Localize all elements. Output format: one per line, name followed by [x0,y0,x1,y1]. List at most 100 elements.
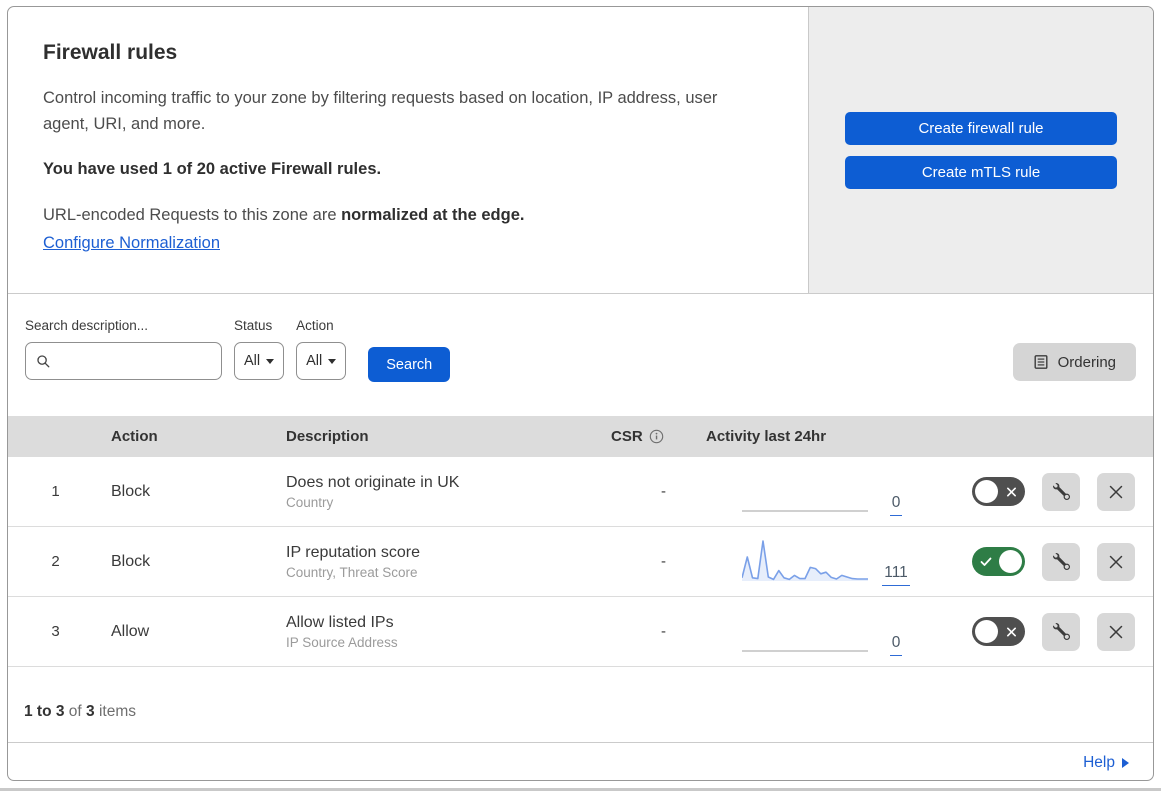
normalization-text: URL-encoded Requests to this zone are [43,206,342,224]
rule-csr-value: - [661,553,666,570]
close-icon [1109,485,1123,498]
normalization-note: URL-encoded Requests to this zone are no… [43,206,768,225]
search-icon [37,354,50,367]
items-range: 1 to 3 [24,702,65,720]
normalization-bold: normalized at the edge. [341,206,525,224]
rule-priority: 2 [51,553,60,570]
activity-sparkline [742,510,868,512]
activity-sparkline [742,650,868,652]
create-mtls-rule-button[interactable]: Create mTLS rule [845,155,1117,189]
csr-label: CSR [611,428,643,445]
rule-criteria: IP Source Address [286,634,398,650]
help-bar: Help [8,742,1153,780]
rule-activity-cell: 0 [706,457,928,526]
rule-description-cell: IP reputation score Country, Threat Scor… [286,544,601,580]
table-body: 1 Block Does not originate in UK Country… [8,457,1153,667]
activity-count-link[interactable]: 0 [889,494,903,516]
help-arrow-icon [1122,757,1129,768]
status-label: Status [234,318,273,333]
create-firewall-rule-button[interactable]: Create firewall rule [845,111,1117,145]
edit-rule-button[interactable] [1042,612,1080,651]
page-title: Firewall rules [43,41,178,64]
pagination-footer: 1 to 3 of 3 items [8,667,1153,742]
delete-rule-button[interactable] [1097,472,1135,511]
rule-enabled-toggle[interactable] [972,477,1025,506]
toggle-knob [999,550,1022,573]
toggle-off-x-icon [1006,626,1017,637]
toggle-knob [975,480,998,503]
rule-controls [928,472,1153,511]
rule-csr-value: - [661,623,666,640]
filter-bar: Search description... Status All Action … [8,294,1153,416]
status-dropdown[interactable]: All [234,342,285,380]
rule-description: Does not originate in UK [286,473,460,491]
status-group: Status All [234,318,285,380]
edit-rule-button[interactable] [1042,542,1080,581]
close-icon [1109,625,1123,638]
rule-description: IP reputation score [286,543,421,561]
description-column-header: Description [286,428,369,445]
action-group: Action All [296,318,347,380]
wrench-icon [1052,623,1070,640]
rule-criteria: Country [286,494,334,510]
wrench-icon [1052,553,1070,570]
search-button[interactable]: Search [368,347,451,382]
activity-sparkline [742,540,868,581]
rule-action: Block [111,482,151,500]
ordering-icon [1034,355,1048,369]
search-label: Search description... [25,318,149,333]
table-row: 2 Block IP reputation score Country, Thr… [8,527,1153,597]
action-dropdown[interactable]: All [296,342,347,380]
chevron-down-icon [266,358,275,364]
delete-rule-button[interactable] [1097,542,1135,581]
activity-count-link[interactable]: 0 [889,634,903,656]
rule-action: Block [111,552,151,570]
rule-controls [928,542,1153,581]
actions-panel: Create firewall rule Create mTLS rule [808,7,1153,293]
table-header: Action Description CSR Activity last 24h… [8,416,1153,457]
table-row: 1 Block Does not originate in UK Country… [8,457,1153,527]
table-row: 3 Allow Allow listed IPs IP Source Addre… [8,597,1153,667]
activity-column-header: Activity last 24hr [706,428,827,445]
close-icon [1109,555,1123,568]
header-section: Firewall rules Control incoming traffic … [8,7,1153,294]
delete-rule-button[interactable] [1097,612,1135,651]
info-icon[interactable] [649,429,664,444]
intro-panel: Firewall rules Control incoming traffic … [8,7,808,293]
rule-criteria: Country, Threat Score [286,564,418,580]
action-value: All [306,353,323,369]
items-word: items [98,702,137,720]
edit-rule-button[interactable] [1042,472,1080,511]
action-label: Action [296,318,334,333]
chevron-down-icon [328,358,337,364]
rule-action: Allow [111,622,150,640]
items-count-text: 1 to 3 of 3 items [24,703,136,721]
rule-description-cell: Allow listed IPs IP Source Address [286,614,601,650]
rule-csr-value: - [661,483,666,500]
ordering-button[interactable]: Ordering [1012,343,1136,381]
rule-enabled-toggle[interactable] [972,547,1025,576]
rule-priority: 3 [51,623,60,640]
search-box[interactable] [25,342,222,380]
ordering-label: Ordering [1057,353,1116,371]
rule-activity-cell: 0 [706,597,928,666]
activity-count-link[interactable]: 111 [882,564,910,586]
items-of: of [68,702,82,720]
rule-controls [928,612,1153,651]
firewall-rules-card: Firewall rules Control incoming traffic … [7,6,1154,781]
toggle-knob [975,620,998,643]
usage-summary: You have used 1 of 20 active Firewall ru… [43,160,382,178]
toggle-off-x-icon [1006,486,1017,497]
action-column-header: Action [111,428,158,445]
rule-description: Allow listed IPs [286,613,394,631]
configure-normalization-link[interactable]: Configure Normalization [43,234,220,253]
wrench-icon [1052,483,1070,500]
search-input[interactable] [51,351,211,371]
rule-description-cell: Does not originate in UK Country [286,474,601,510]
rule-enabled-toggle[interactable] [972,617,1025,646]
csr-column-header: CSR [601,428,706,445]
toggle-on-check-icon [980,556,992,567]
items-total: 3 [86,702,95,720]
page-description: Control incoming traffic to your zone by… [43,89,718,133]
help-link[interactable]: Help [1083,754,1115,772]
